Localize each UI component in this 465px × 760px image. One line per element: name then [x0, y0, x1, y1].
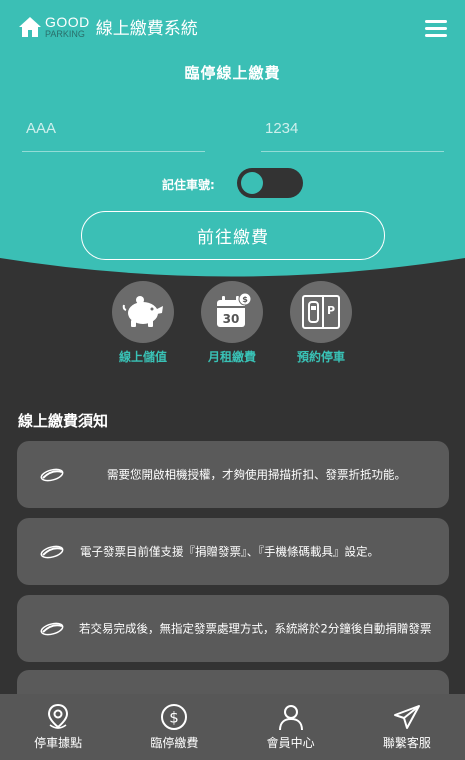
feature-label: 線上儲值	[118, 350, 167, 364]
swoosh-icon	[40, 468, 64, 481]
nav-label: 臨停繳費	[150, 736, 199, 750]
svg-text:$: $	[170, 709, 180, 727]
piggy-bank-icon	[122, 296, 163, 327]
toggle-knob	[241, 172, 263, 194]
svg-text:P: P	[327, 304, 335, 317]
dollar-circle-icon: $	[161, 704, 188, 730]
home-icon	[19, 16, 41, 37]
swoosh-icon	[40, 545, 64, 558]
go-pay-button[interactable]: 前往繳費	[81, 211, 385, 260]
feature-label: 月租繳費	[207, 350, 256, 364]
brand-good: GOOD	[45, 13, 90, 30]
notice-title: 線上繳費須知	[18, 412, 109, 430]
location-pin-icon	[48, 703, 69, 729]
remember-plate-row: 記住車號:	[0, 168, 465, 198]
parking-reserve-icon: P	[302, 295, 340, 329]
page-title: 臨停線上繳費	[184, 64, 281, 82]
notice-text: 電子發票目前僅支援『捐贈發票』、『手機條碼載具』設定。	[80, 544, 379, 558]
swoosh-icon	[40, 622, 64, 635]
app-title: 線上繳費系統	[95, 19, 198, 39]
brand-parking: PARKING	[45, 28, 85, 39]
app-header: GOOD PARKING 線上繳費系統	[0, 0, 465, 58]
svg-text:30: 30	[223, 312, 240, 326]
plate-numbers-input[interactable]	[261, 108, 444, 148]
plate-letters-field	[22, 108, 205, 152]
hamburger-menu-icon[interactable]	[425, 20, 447, 37]
svg-text:$: $	[242, 295, 248, 304]
feature-circle: P	[290, 281, 352, 343]
user-icon	[278, 705, 303, 731]
app-logo[interactable]: GOOD PARKING 線上繳費系統	[18, 14, 198, 39]
bottom-navigation: 停車據點 $ 臨停繳費 會員中心 聯繫客服	[0, 694, 465, 760]
feature-monthly-fee[interactable]: 30 $ 月租繳費	[192, 281, 272, 365]
plate-numbers-field	[261, 108, 444, 152]
nav-parking-locations[interactable]: 停車據點	[0, 694, 116, 760]
notice-text: 需要您開啟相機授權，才夠使用掃描折扣、發票折抵功能。	[107, 467, 406, 481]
plate-letters-input[interactable]	[22, 108, 205, 148]
nav-customer-service[interactable]: 聯繫客服	[349, 694, 465, 760]
feature-circle: 30 $	[201, 281, 263, 343]
feature-circle	[112, 281, 174, 343]
nav-label: 停車據點	[34, 736, 83, 750]
nav-label: 聯繫客服	[382, 736, 431, 750]
nav-member-center[interactable]: 會員中心	[233, 694, 349, 760]
remember-plate-label: 記住車號:	[162, 178, 215, 192]
nav-temp-payment[interactable]: $ 臨停繳費	[116, 694, 232, 760]
notice-card: 電子發票目前僅支援『捐贈發票』、『手機條碼載具』設定。	[17, 518, 449, 585]
notice-card: 若交易完成後，無指定發票處理方式，系統將於2分鐘後自動捐贈發票	[17, 595, 449, 662]
notice-card: 需要您開啟相機授權，才夠使用掃描折扣、發票折抵功能。	[17, 441, 449, 508]
feature-online-topup[interactable]: 線上儲值	[103, 281, 183, 365]
nav-label: 會員中心	[266, 736, 315, 750]
feature-reserve-parking[interactable]: P 預約停車	[281, 281, 361, 365]
notice-text: 若交易完成後，無指定發票處理方式，系統將於2分鐘後自動捐贈發票	[79, 621, 432, 635]
feature-label: 預約停車	[296, 350, 345, 364]
paper-plane-icon	[393, 705, 420, 729]
calendar-dollar-icon: 30 $	[217, 292, 252, 327]
brand-mark: GOOD PARKING	[45, 15, 90, 39]
remember-plate-toggle[interactable]	[237, 168, 303, 198]
